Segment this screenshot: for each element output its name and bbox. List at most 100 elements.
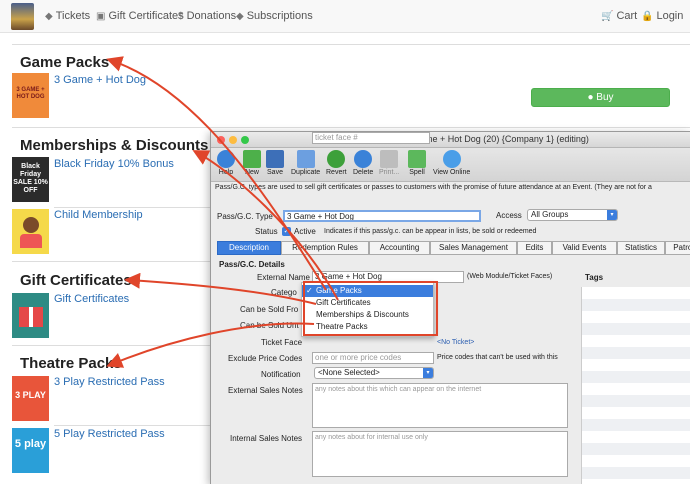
tab-statistics[interactable]: Statistics (617, 241, 665, 255)
section-title-gift-certificates: Gift Certificates (20, 272, 132, 289)
nav-gift-certificates[interactable]: ▣ Gift Certificates (96, 10, 184, 22)
gift-box-icon (18, 307, 43, 327)
duplicate-button[interactable]: Duplicate (291, 150, 320, 176)
exclude-price-codes-input[interactable]: one or more price codes (312, 352, 434, 364)
category-option-memberships[interactable]: Memberships & Discounts (302, 309, 433, 321)
sold-until-label: Can be Sold Unt (240, 321, 299, 330)
category-option-game-packs[interactable]: ✓ Game Packs (302, 285, 433, 297)
separator (54, 425, 210, 426)
print-button[interactable]: Print... (379, 150, 399, 176)
item-link-3-play-pass[interactable]: 3 Play Restricted Pass (54, 376, 165, 388)
spell-button[interactable]: Spell (408, 150, 426, 176)
exclude-price-codes-hint: Price codes that can't be used with this (437, 354, 558, 361)
access-select[interactable]: All Groups ▾ (527, 209, 618, 221)
save-icon (266, 150, 284, 168)
checkmark-icon: ✓ (306, 286, 313, 295)
cart-icon: 🛒 (601, 11, 614, 22)
ticket-face-input[interactable]: ticket face # (312, 132, 430, 144)
internal-sales-notes-input[interactable]: any notes about for internal use only (312, 431, 568, 477)
save-button[interactable]: Save (266, 150, 284, 176)
plus-icon (243, 150, 261, 168)
toolbar: Help New Save Duplicate Revert Delete Pr… (211, 148, 690, 182)
cart-icon: ● (587, 92, 597, 103)
pass-detail-window: Pass/G.C. Detail - 3 Game + Hot Dog (20)… (210, 131, 690, 484)
section-title-theatre-packs: Theatre Packs (20, 355, 122, 372)
details-header: Pass/G.C. Details (219, 260, 285, 269)
thumb-gift-certificates[interactable] (12, 293, 49, 338)
tab-patron[interactable]: Patron (665, 241, 690, 255)
dollar-icon: $ (178, 11, 184, 22)
tab-edits[interactable]: Edits (517, 241, 552, 255)
chevron-down-icon: ▾ (423, 368, 433, 378)
nav-tickets[interactable]: ◆ Tickets (45, 10, 90, 22)
item-link-5-play-pass[interactable]: 5 Play Restricted Pass (54, 428, 165, 440)
view-online-button[interactable]: View Online (433, 150, 470, 176)
thumb-black-friday[interactable]: Black Friday SALE 10% OFF (12, 157, 49, 202)
type-input[interactable]: 3 Game + Hot Dog (283, 210, 481, 222)
item-link-3-game-hot-dog[interactable]: 3 Game + Hot Dog (54, 74, 146, 86)
notification-label: Notification (261, 370, 301, 379)
status-hint: Indicates if this pass/g.c. can be appea… (324, 228, 537, 235)
category-option-theatre-packs[interactable]: Theatre Packs (302, 321, 433, 333)
category-option-gift-certificates[interactable]: Gift Certificates (302, 297, 433, 309)
item-link-black-friday[interactable]: Black Friday 10% Bonus (54, 158, 174, 170)
section-title-memberships: Memberships & Discounts (20, 137, 209, 154)
thumb-5-play-pass[interactable]: 5 play (12, 428, 49, 473)
external-name-label: External Name (257, 273, 310, 282)
tag-icon: ◆ (45, 11, 53, 22)
tab-redemption-rules[interactable]: Redemption Rules (281, 241, 369, 255)
nav-subscriptions[interactable]: ◆ Subscriptions (236, 10, 313, 22)
tags-label: Tags (585, 273, 604, 282)
tab-accounting[interactable]: Accounting (369, 241, 430, 255)
child-face-icon (22, 217, 39, 233)
zoom-window-icon[interactable] (241, 136, 249, 144)
nav-login[interactable]: 🔒 Login (641, 10, 683, 22)
active-checkbox[interactable]: ✓ (282, 227, 291, 236)
active-label: Active (294, 227, 316, 236)
access-label: Access (496, 211, 522, 220)
tab-description[interactable]: Description (217, 241, 281, 255)
exclude-price-codes-label: Exclude Price Codes (228, 354, 303, 363)
site-logo[interactable] (11, 3, 34, 30)
item-link-gift-certificates[interactable]: Gift Certificates (54, 293, 129, 305)
minimize-window-icon[interactable] (229, 136, 237, 144)
category-dropdown[interactable]: ✓ Game Packs Gift Certificates Membership… (301, 282, 434, 337)
globe-icon (442, 150, 461, 168)
help-icon (217, 150, 235, 168)
delete-icon (354, 150, 373, 168)
section-title-game-packs: Game Packs (20, 54, 110, 71)
thumb-3-game-hot-dog[interactable]: 3 GAME + HOT DOG (12, 73, 49, 118)
status-label: Status (255, 227, 278, 236)
buy-button[interactable]: ● Buy (531, 88, 670, 107)
window-titlebar[interactable]: Pass/G.C. Detail - 3 Game + Hot Dog (20)… (211, 132, 690, 148)
type-label: Pass/G.C. Type (217, 212, 273, 221)
nav-cart[interactable]: 🛒 Cart (601, 10, 637, 22)
thumb-child-membership[interactable] (12, 209, 49, 254)
tab-sales-management[interactable]: Sales Management (430, 241, 517, 255)
nav-donations[interactable]: $ Donations (178, 10, 236, 22)
separator (54, 207, 210, 208)
separator (12, 127, 690, 128)
tags-list[interactable] (581, 287, 690, 484)
help-button[interactable]: Help (217, 150, 235, 176)
thumb-3-play-pass[interactable]: 3 PLAY (12, 376, 49, 421)
no-ticket-link[interactable]: <No Ticket> (437, 339, 474, 346)
child-body-icon (19, 234, 42, 248)
print-icon (380, 150, 399, 168)
delete-button[interactable]: Delete (353, 150, 373, 176)
tab-valid-events[interactable]: Valid Events (552, 241, 617, 255)
top-navbar: ◆ Tickets ▣ Gift Certificates $ Donations ◆… (0, 0, 690, 33)
item-link-child-membership[interactable]: Child Membership (54, 209, 143, 221)
external-name-hint: (Web Module/Ticket Faces) (467, 273, 553, 280)
gift-icon: ▣ (96, 11, 106, 22)
chevron-down-icon: ▾ (607, 210, 617, 220)
sold-from-label: Can be Sold Fro (240, 305, 299, 314)
close-window-icon[interactable] (217, 136, 225, 144)
notification-select[interactable]: <None Selected> ▾ (314, 367, 434, 379)
external-sales-notes-input[interactable]: any notes about this which can appear on… (312, 383, 568, 428)
new-button[interactable]: New (243, 150, 261, 176)
external-sales-notes-label: External Sales Notes (228, 386, 303, 395)
duplicate-icon (296, 150, 315, 168)
revert-button[interactable]: Revert (326, 150, 347, 176)
lock-icon: 🔒 (641, 11, 654, 22)
